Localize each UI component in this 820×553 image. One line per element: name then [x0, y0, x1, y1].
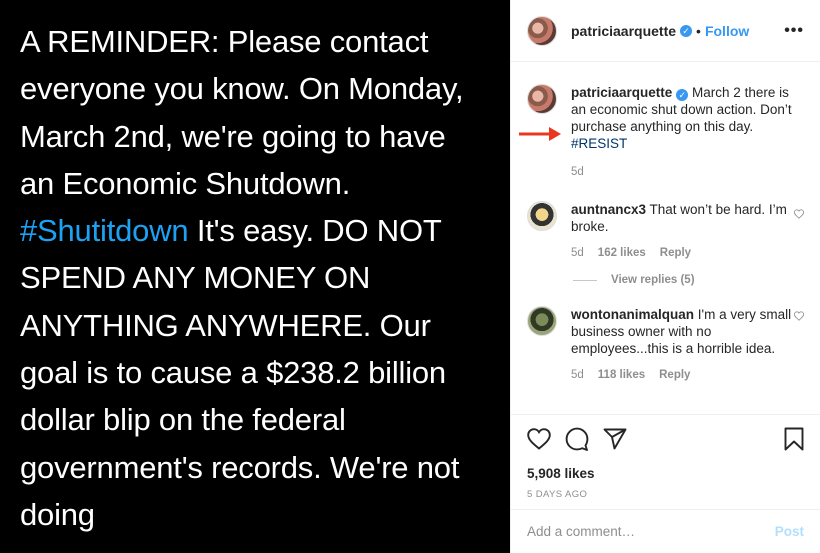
red-arrow-annotation [519, 127, 561, 141]
comment-meta: 5d 162 likes Reply [571, 245, 793, 262]
post-image: A REMINDER: Please contact everyone you … [0, 0, 510, 553]
tweet-line: government's records. We're not [20, 449, 460, 485]
verified-icon: ✓ [676, 89, 689, 101]
tweet-line: It's easy. DO NOT [188, 213, 442, 249]
add-comment-bar: Add a comment… Post [511, 509, 820, 553]
tweet-line: ANYTHING ANYWHERE. Our [20, 307, 431, 343]
share-icon[interactable] [603, 428, 627, 450]
caption-time[interactable]: 5d [571, 166, 584, 178]
tweet-text: A REMINDER: Please contact everyone you … [20, 18, 510, 538]
action-icons [527, 427, 804, 451]
separator-dot: • [696, 22, 701, 39]
comment-likes[interactable]: 162 likes [598, 247, 646, 259]
comment-meta: 5d 118 likes Reply [571, 367, 793, 384]
instagram-post-view: A REMINDER: Please contact everyone you … [0, 0, 820, 553]
tweet-line: A REMINDER: Please contact [20, 24, 429, 59]
tweet-line: dollar blip on the federal [20, 402, 346, 438]
divider [573, 279, 597, 281]
post-comment-button[interactable]: Post [775, 524, 804, 539]
tweet-line: everyone you know. On Monday, [20, 71, 464, 107]
avatar[interactable] [527, 84, 557, 114]
comment-likes[interactable]: 118 likes [598, 369, 645, 381]
post-sidebar: patriciaarquette ✓ • Follow ••• patricia… [510, 0, 820, 553]
more-options-icon[interactable]: ••• [784, 22, 804, 40]
tweet-hashtag: #Shutitdown [20, 213, 189, 249]
likes-count[interactable]: 5,908 likes [527, 466, 804, 481]
view-replies-button[interactable]: View replies (5) [573, 274, 804, 286]
tweet-line: an Economic Shutdown. [20, 165, 351, 201]
verified-icon: ✓ [680, 24, 693, 37]
comment-body: auntnancx3 That won’t be hard. I’m broke… [571, 201, 793, 262]
comment-bubble-icon[interactable] [565, 427, 589, 451]
tweet-line: doing [20, 496, 95, 532]
post-date[interactable]: 5 DAYS AGO [527, 489, 804, 500]
view-replies-label: View replies (5) [611, 274, 695, 286]
caption-hashtag[interactable]: #RESIST [571, 136, 627, 151]
avatar[interactable] [527, 306, 557, 336]
comment-time[interactable]: 5d [571, 247, 584, 259]
bookmark-icon[interactable] [784, 427, 804, 451]
comment: wontonanimalquan I'm a very small busine… [527, 306, 804, 384]
reply-button[interactable]: Reply [660, 247, 691, 259]
comment-username[interactable]: wontonanimalquan [571, 307, 694, 322]
tweet-line: SPEND ANY MONEY ON [20, 260, 371, 296]
comment-body: wontonanimalquan I'm a very small busine… [571, 306, 793, 384]
caption-meta: 5d [571, 164, 793, 181]
like-comment-heart-icon[interactable] [794, 209, 804, 219]
reply-button[interactable]: Reply [659, 369, 690, 381]
follow-button[interactable]: Follow [705, 23, 749, 39]
caption-username[interactable]: patriciaarquette [571, 85, 672, 100]
avatar[interactable] [527, 15, 557, 46]
caption-body: patriciaarquette ✓ March 2 there is an ec… [571, 84, 793, 181]
caption: patriciaarquette ✓ March 2 there is an ec… [519, 84, 804, 181]
post-actions: 5,908 likes 5 DAYS AGO [511, 414, 820, 510]
comment-input[interactable]: Add a comment… [527, 524, 775, 539]
tweet-line: goal is to cause a $238.2 billion [20, 355, 446, 391]
comment-username[interactable]: auntnancx3 [571, 202, 646, 217]
username-link[interactable]: patriciaarquette [571, 23, 676, 39]
avatar[interactable] [527, 201, 557, 231]
comment: auntnancx3 That won’t be hard. I’m broke… [527, 201, 804, 262]
comment-time[interactable]: 5d [571, 369, 584, 381]
tweet-line: March 2nd, we're going to have [20, 118, 446, 154]
like-heart-icon[interactable] [527, 428, 551, 450]
like-comment-heart-icon[interactable] [794, 311, 804, 321]
post-header: patriciaarquette ✓ • Follow ••• [511, 0, 820, 62]
comments-list[interactable]: patriciaarquette ✓ March 2 there is an ec… [511, 62, 820, 414]
